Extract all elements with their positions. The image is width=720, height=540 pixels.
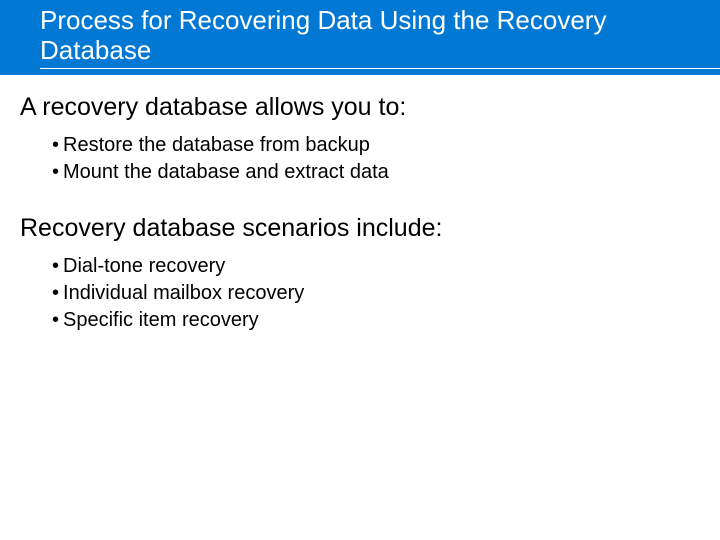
bullet-list-1: •Restore the database from backup •Mount… [52,132,700,186]
title-bar: Process for Recovering Data Using the Re… [0,0,720,75]
section-lead-1: A recovery database allows you to: [20,93,700,122]
section-lead-2: Recovery database scenarios include: [20,214,700,243]
list-item-text: Specific item recovery [63,309,259,331]
bullet-icon: • [52,255,63,277]
bullet-list-2: •Dial-tone recovery •Individual mailbox … [52,253,700,334]
slide-content: A recovery database allows you to: •Rest… [0,75,720,334]
list-item-text: Mount the database and extract data [63,161,389,183]
bullet-icon: • [52,134,63,156]
slide-title: Process for Recovering Data Using the Re… [40,6,720,69]
bullet-icon: • [52,161,63,183]
bullet-icon: • [52,282,63,304]
list-item: •Individual mailbox recovery [52,280,700,307]
list-item-text: Restore the database from backup [63,134,370,156]
list-item: •Restore the database from backup [52,132,700,159]
list-item-text: Dial-tone recovery [63,255,225,277]
bullet-icon: • [52,309,63,331]
list-item: •Specific item recovery [52,307,700,334]
list-item: •Mount the database and extract data [52,159,700,186]
list-item: •Dial-tone recovery [52,253,700,280]
list-item-text: Individual mailbox recovery [63,282,304,304]
